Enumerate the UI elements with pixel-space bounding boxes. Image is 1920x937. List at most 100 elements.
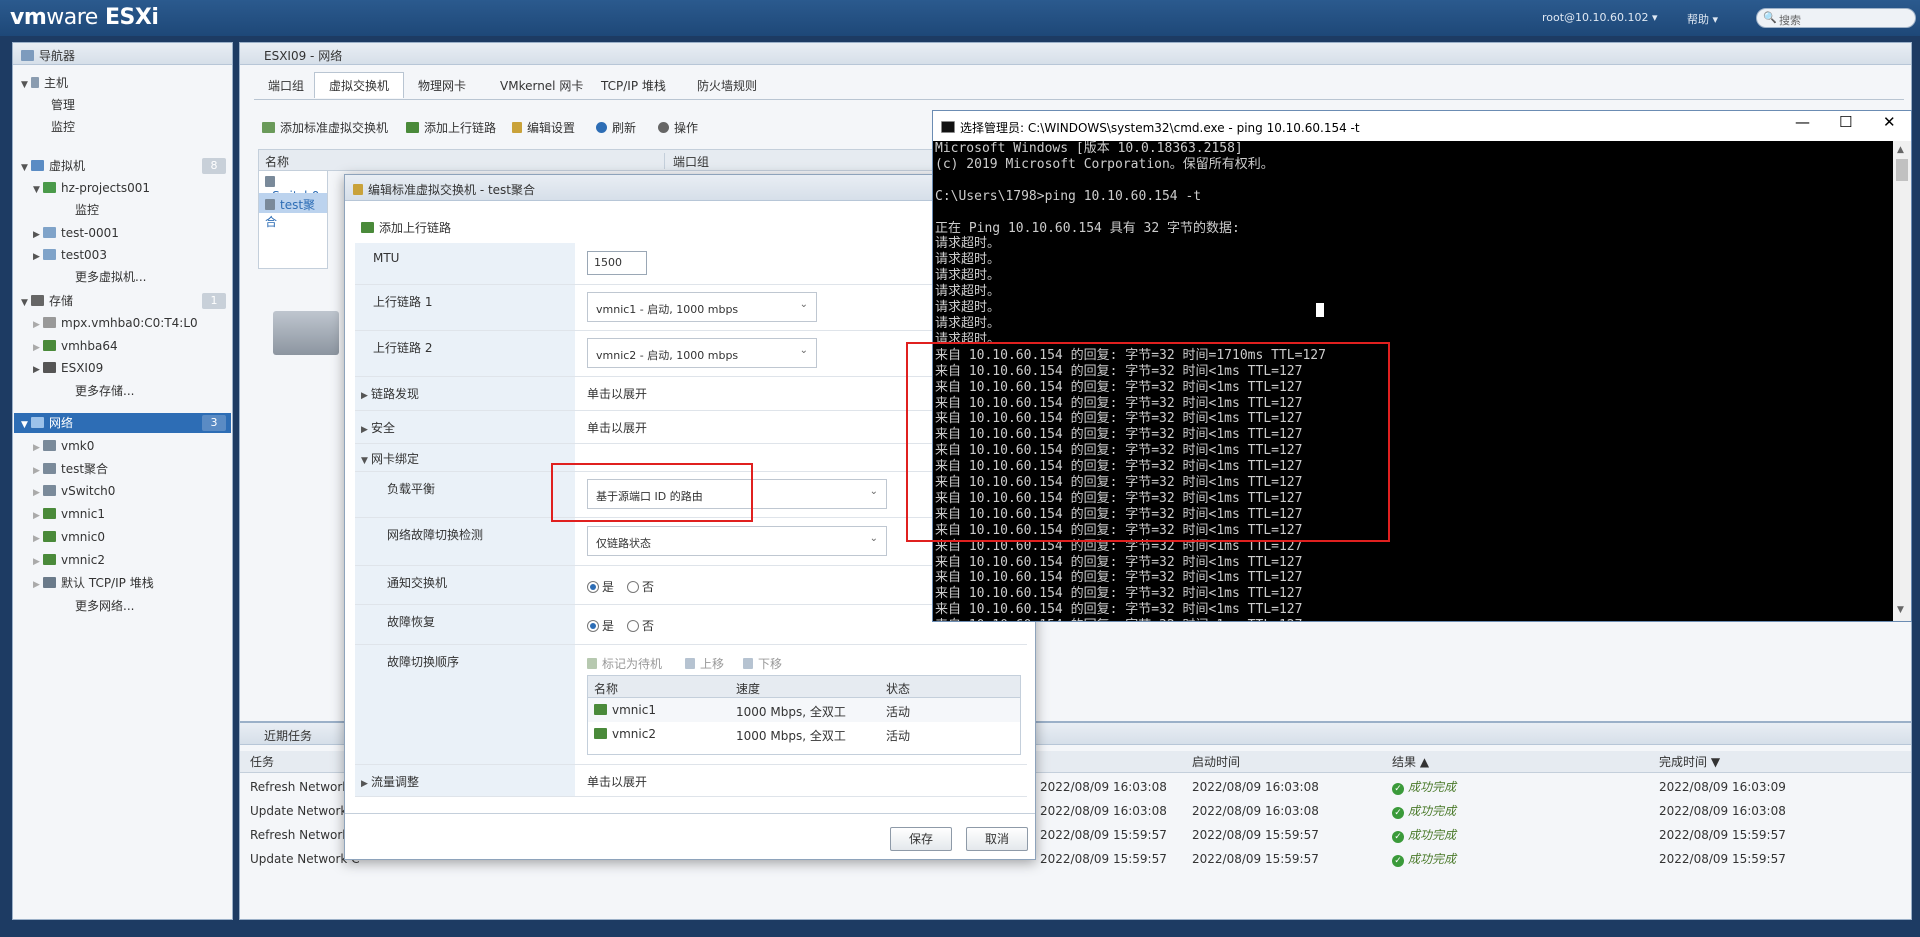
nav-network-item[interactable]: ▶ vmnic2 — [33, 550, 105, 570]
expand-icon[interactable]: ▶ — [33, 506, 43, 526]
collapse-icon[interactable]: ▼ — [21, 415, 31, 435]
expand-icon[interactable]: ▶ — [33, 438, 43, 458]
save-button[interactable]: 保存 — [890, 827, 952, 851]
expand-icon[interactable]: ▶ — [33, 575, 43, 595]
expand-icon[interactable]: ▶ — [33, 315, 43, 335]
cmd-scrollbar[interactable]: ▲ ▼ — [1893, 141, 1911, 621]
nav-more-storage[interactable]: 更多存储... — [75, 381, 134, 401]
uplink2-select[interactable]: vmnic2 - 启动, 1000 mbps ⌄ — [587, 338, 817, 368]
nav-more-networks[interactable]: 更多网络... — [75, 596, 134, 616]
nav-network-item[interactable]: ▶ test聚合 — [33, 459, 108, 479]
uplink1-select[interactable]: vmnic1 - 启动, 1000 mbps ⌄ — [587, 292, 817, 322]
tab-virtual-switches[interactable]: 虚拟交换机 — [314, 72, 405, 98]
move-up-button[interactable]: 上移 — [685, 655, 724, 672]
nav-network-item[interactable]: ▶ vmnic1 — [33, 504, 105, 524]
nav-storage-item[interactable]: ▶ ESXI09 — [33, 358, 103, 378]
radio-no[interactable] — [627, 620, 639, 632]
cmd-title-bar[interactable]: 选择管理员: C:\WINDOWS\system32\cmd.exe - pin… — [933, 111, 1911, 141]
actions-button[interactable]: 操作 — [658, 119, 698, 136]
minimize-icon[interactable]: — — [1795, 113, 1810, 131]
notify-yes-option[interactable]: 是 — [587, 578, 614, 595]
scroll-thumb[interactable] — [1896, 159, 1908, 181]
collapse-icon[interactable]: ▼ — [21, 158, 31, 178]
traffic-shaping-row[interactable]: ▶ 流量调整 单击以展开 — [355, 765, 1027, 797]
collapse-icon[interactable]: ▼ — [361, 456, 371, 466]
nav-storage-item[interactable]: ▶ vmhba64 — [33, 336, 118, 356]
table-row[interactable]: test聚合 — [265, 196, 327, 230]
nav-vm-item[interactable]: ▶ test003 — [33, 245, 107, 265]
traffic-shaping-label[interactable]: ▶ 流量调整 — [355, 765, 575, 796]
collapse-icon[interactable]: ▼ — [21, 293, 31, 313]
move-down-button[interactable]: 下移 — [743, 655, 782, 672]
nic-col-status[interactable]: 状态 — [886, 680, 910, 697]
expand-icon[interactable]: ▶ — [361, 779, 371, 789]
cancel-button[interactable]: 取消 — [966, 827, 1028, 851]
radio-yes[interactable] — [587, 620, 599, 632]
tasks-col-start[interactable]: 启动时间 — [1186, 751, 1240, 773]
tab-vmkernel-nics[interactable]: VMkernel 网卡 — [486, 73, 597, 99]
notify-no-option[interactable]: 否 — [627, 578, 654, 595]
task-name[interactable]: Update Network C — [244, 799, 360, 823]
mtu-input[interactable]: 1500 — [587, 251, 647, 275]
tab-tcpip-stacks[interactable]: TCP/IP 堆栈 — [587, 73, 680, 99]
refresh-button[interactable]: 刷新 — [596, 119, 636, 136]
maximize-icon[interactable]: ☐ — [1839, 113, 1852, 131]
nav-vm-item[interactable]: ▶ test-0001 — [33, 223, 119, 243]
add-vswitch-button[interactable]: 添加标准虚拟交换机 — [262, 119, 388, 136]
expand-icon[interactable]: ▶ — [33, 483, 43, 503]
nav-host-monitor[interactable]: 监控 — [51, 117, 75, 137]
collapse-icon[interactable]: ▼ — [33, 180, 43, 200]
expand-icon[interactable]: ▶ — [361, 425, 371, 435]
nav-vm-monitor[interactable]: 监控 — [75, 200, 99, 220]
expand-icon[interactable]: ▶ — [33, 360, 43, 380]
edit-settings-button[interactable]: 编辑设置 — [512, 119, 575, 136]
expand-icon[interactable]: ▶ — [361, 391, 371, 401]
add-uplink-button[interactable]: 添加上行链路 — [361, 219, 451, 236]
mark-standby-button[interactable]: 标记为待机 — [587, 655, 662, 672]
nav-host-manage[interactable]: 管理 — [51, 95, 75, 115]
radio-no[interactable] — [627, 581, 639, 593]
nav-host[interactable]: ▼ 主机 — [21, 73, 68, 93]
nav-network[interactable]: ▼ 网络 — [21, 413, 73, 433]
nic-teaming-label[interactable]: ▼ 网卡绑定 — [355, 444, 575, 471]
security-label[interactable]: ▶ 安全 — [355, 411, 575, 443]
nic-col-name[interactable]: 名称 — [594, 680, 618, 697]
expand-icon[interactable]: ▶ — [33, 529, 43, 549]
failback-yes-option[interactable]: 是 — [587, 617, 614, 634]
search-input[interactable]: 🔍 搜索 — [1756, 8, 1916, 28]
collapse-icon[interactable]: ▼ — [21, 75, 31, 95]
expand-icon[interactable]: ▶ — [33, 338, 43, 358]
tab-port-groups[interactable]: 端口组 — [254, 73, 318, 99]
expand-icon[interactable]: ▶ — [33, 552, 43, 572]
nav-storage-item[interactable]: ▶ mpx.vmhba0:C0:T4:L0 — [33, 313, 198, 333]
nic-col-speed[interactable]: 速度 — [736, 680, 760, 697]
tab-physical-nics[interactable]: 物理网卡 — [404, 73, 480, 99]
expand-icon[interactable]: ▶ — [33, 247, 43, 267]
radio-yes[interactable] — [587, 581, 599, 593]
close-icon[interactable]: ✕ — [1883, 113, 1896, 131]
tasks-col-result[interactable]: 结果 ▲ — [1386, 751, 1429, 773]
expand-icon[interactable]: ▶ — [33, 225, 43, 245]
nav-more-vms[interactable]: 更多虚拟机... — [75, 267, 146, 287]
nav-vm-item[interactable]: ▼ hz-projects001 — [33, 178, 150, 198]
nav-network-item[interactable]: ▶ vSwitch0 — [33, 481, 115, 501]
nav-network-item[interactable]: ▶ vmk0 — [33, 436, 94, 456]
user-menu[interactable]: root@10.10.60.102 ▾ — [1542, 11, 1658, 24]
nav-storage[interactable]: ▼ 存储 — [21, 291, 73, 311]
tasks-col-completed[interactable]: 完成时间 ▼ — [1653, 751, 1720, 773]
scroll-up-icon[interactable]: ▲ — [1897, 145, 1904, 155]
expand-icon[interactable]: ▶ — [33, 461, 43, 481]
tasks-col-task[interactable]: 任务 — [244, 751, 274, 773]
help-menu[interactable]: 帮助 ▾ — [1687, 11, 1718, 27]
column-port-groups[interactable]: 端口组 — [673, 153, 709, 170]
link-discovery-label[interactable]: ▶ 链路发现 — [355, 377, 575, 410]
scroll-down-icon[interactable]: ▼ — [1897, 605, 1904, 615]
nav-vms[interactable]: ▼ 虚拟机 — [21, 156, 85, 176]
failback-no-option[interactable]: 否 — [627, 617, 654, 634]
task-name[interactable]: Update Network C — [244, 847, 360, 871]
tab-firewall-rules[interactable]: 防火墙规则 — [683, 73, 771, 99]
add-uplink-button[interactable]: 添加上行链路 — [406, 119, 496, 136]
nav-network-item[interactable]: ▶ 默认 TCP/IP 堆栈 — [33, 573, 154, 593]
column-name[interactable]: 名称 — [265, 153, 289, 170]
failover-detect-select[interactable]: 仅链路状态 ⌄ — [587, 526, 887, 556]
